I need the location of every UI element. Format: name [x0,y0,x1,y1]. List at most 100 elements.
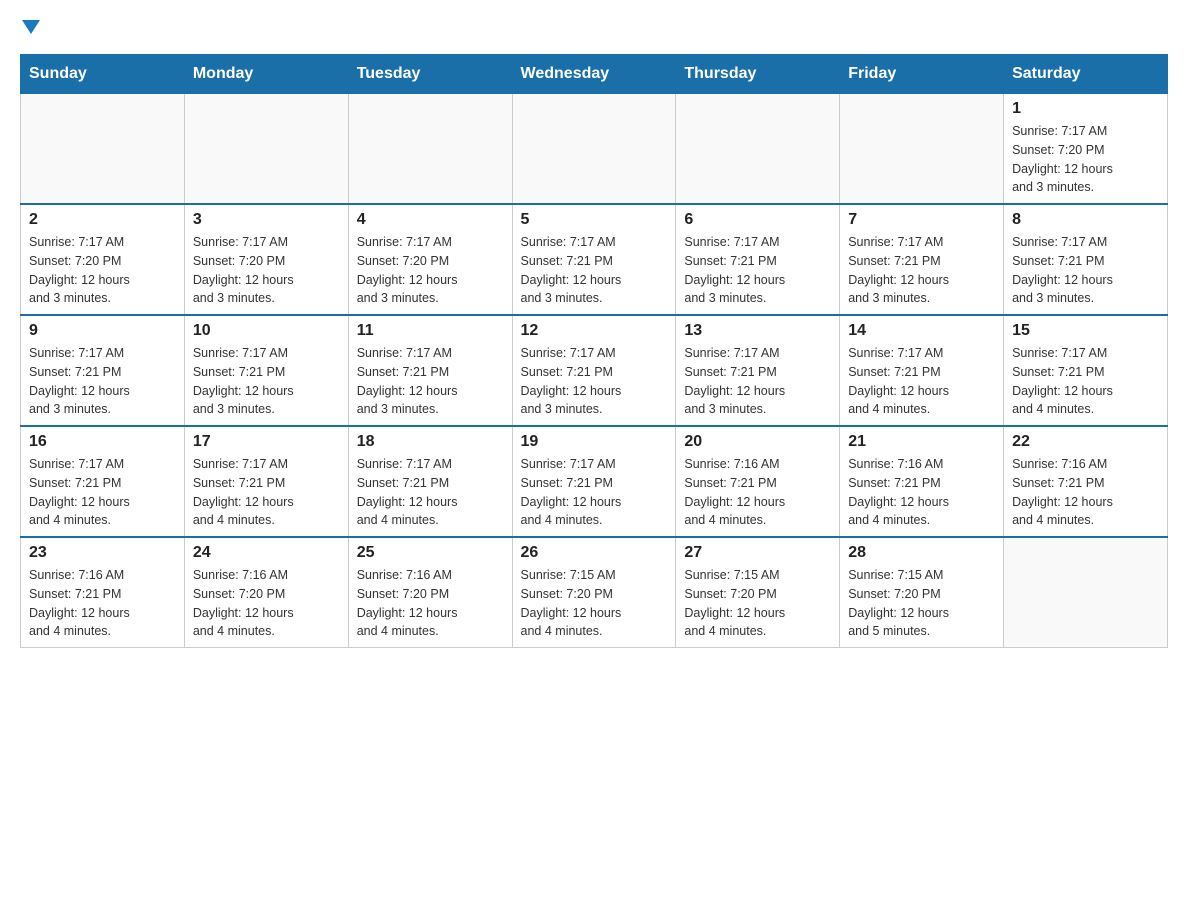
day-number: 22 [1012,433,1159,451]
calendar-week-row: 9 Sunrise: 7:17 AM Sunset: 7:21 PM Daylig… [21,315,1168,426]
calendar-cell [348,94,512,205]
day-number: 8 [1012,211,1159,229]
day-info: Sunrise: 7:15 AM Sunset: 7:20 PM Dayligh… [848,566,995,641]
day-number: 19 [521,433,668,451]
calendar-cell: 23 Sunrise: 7:16 AM Sunset: 7:21 PM Dayli… [21,537,185,648]
day-info: Sunrise: 7:17 AM Sunset: 7:20 PM Dayligh… [357,233,504,308]
day-info: Sunrise: 7:17 AM Sunset: 7:21 PM Dayligh… [1012,344,1159,419]
day-number: 3 [193,211,340,229]
calendar-week-row: 2 Sunrise: 7:17 AM Sunset: 7:20 PM Daylig… [21,204,1168,315]
day-info: Sunrise: 7:16 AM Sunset: 7:21 PM Dayligh… [1012,455,1159,530]
calendar-cell: 25 Sunrise: 7:16 AM Sunset: 7:20 PM Dayli… [348,537,512,648]
calendar-cell [21,94,185,205]
logo-triangle-icon [22,20,40,34]
calendar-cell: 9 Sunrise: 7:17 AM Sunset: 7:21 PM Daylig… [21,315,185,426]
calendar-cell: 27 Sunrise: 7:15 AM Sunset: 7:20 PM Dayli… [676,537,840,648]
weekday-header-monday: Monday [184,55,348,94]
calendar-cell: 4 Sunrise: 7:17 AM Sunset: 7:20 PM Daylig… [348,204,512,315]
day-number: 1 [1012,100,1159,118]
weekday-header-thursday: Thursday [676,55,840,94]
day-info: Sunrise: 7:17 AM Sunset: 7:20 PM Dayligh… [193,233,340,308]
day-info: Sunrise: 7:17 AM Sunset: 7:21 PM Dayligh… [684,233,831,308]
day-info: Sunrise: 7:16 AM Sunset: 7:20 PM Dayligh… [357,566,504,641]
day-number: 2 [29,211,176,229]
weekday-header-friday: Friday [840,55,1004,94]
calendar-cell: 6 Sunrise: 7:17 AM Sunset: 7:21 PM Daylig… [676,204,840,315]
day-number: 16 [29,433,176,451]
calendar-cell: 20 Sunrise: 7:16 AM Sunset: 7:21 PM Dayli… [676,426,840,537]
day-number: 24 [193,544,340,562]
day-info: Sunrise: 7:16 AM Sunset: 7:21 PM Dayligh… [848,455,995,530]
calendar-cell: 13 Sunrise: 7:17 AM Sunset: 7:21 PM Dayli… [676,315,840,426]
calendar-cell: 21 Sunrise: 7:16 AM Sunset: 7:21 PM Dayli… [840,426,1004,537]
calendar-cell: 15 Sunrise: 7:17 AM Sunset: 7:21 PM Dayli… [1004,315,1168,426]
calendar-cell: 1 Sunrise: 7:17 AM Sunset: 7:20 PM Daylig… [1004,94,1168,205]
calendar-cell: 22 Sunrise: 7:16 AM Sunset: 7:21 PM Dayli… [1004,426,1168,537]
day-info: Sunrise: 7:17 AM Sunset: 7:21 PM Dayligh… [193,455,340,530]
calendar-cell [840,94,1004,205]
day-info: Sunrise: 7:17 AM Sunset: 7:21 PM Dayligh… [848,233,995,308]
day-info: Sunrise: 7:17 AM Sunset: 7:21 PM Dayligh… [521,233,668,308]
day-number: 15 [1012,322,1159,340]
day-info: Sunrise: 7:17 AM Sunset: 7:21 PM Dayligh… [29,455,176,530]
day-info: Sunrise: 7:17 AM Sunset: 7:21 PM Dayligh… [29,344,176,419]
calendar-week-row: 23 Sunrise: 7:16 AM Sunset: 7:21 PM Dayli… [21,537,1168,648]
day-number: 7 [848,211,995,229]
day-info: Sunrise: 7:16 AM Sunset: 7:21 PM Dayligh… [29,566,176,641]
day-info: Sunrise: 7:17 AM Sunset: 7:21 PM Dayligh… [357,344,504,419]
calendar-cell [676,94,840,205]
weekday-header-wednesday: Wednesday [512,55,676,94]
calendar-cell: 28Sunrise: 7:15 AM Sunset: 7:20 PM Dayli… [840,537,1004,648]
calendar-cell: 14Sunrise: 7:17 AM Sunset: 7:21 PM Dayli… [840,315,1004,426]
calendar-table: SundayMondayTuesdayWednesdayThursdayFrid… [20,54,1168,648]
day-info: Sunrise: 7:17 AM Sunset: 7:21 PM Dayligh… [357,455,504,530]
weekday-header-row: SundayMondayTuesdayWednesdayThursdayFrid… [21,55,1168,94]
day-info: Sunrise: 7:16 AM Sunset: 7:20 PM Dayligh… [193,566,340,641]
day-info: Sunrise: 7:17 AM Sunset: 7:20 PM Dayligh… [1012,122,1159,197]
day-info: Sunrise: 7:15 AM Sunset: 7:20 PM Dayligh… [684,566,831,641]
day-info: Sunrise: 7:17 AM Sunset: 7:21 PM Dayligh… [521,455,668,530]
calendar-week-row: 16 Sunrise: 7:17 AM Sunset: 7:21 PM Dayli… [21,426,1168,537]
day-info: Sunrise: 7:17 AM Sunset: 7:21 PM Dayligh… [1012,233,1159,308]
day-number: 5 [521,211,668,229]
calendar-cell [184,94,348,205]
calendar-cell: 10 Sunrise: 7:17 AM Sunset: 7:21 PM Dayli… [184,315,348,426]
calendar-cell: 5 Sunrise: 7:17 AM Sunset: 7:21 PM Daylig… [512,204,676,315]
day-number: 23 [29,544,176,562]
calendar-cell: 7 Sunrise: 7:17 AM Sunset: 7:21 PM Daylig… [840,204,1004,315]
day-info: Sunrise: 7:17 AM Sunset: 7:21 PM Dayligh… [193,344,340,419]
day-info: Sunrise: 7:17 AM Sunset: 7:21 PM Dayligh… [521,344,668,419]
day-number: 27 [684,544,831,562]
calendar-cell: 2Sunrise: 7:17 AM Sunset: 7:20 PM Daylig… [21,204,185,315]
calendar-cell: 3 Sunrise: 7:17 AM Sunset: 7:20 PM Daylig… [184,204,348,315]
calendar-cell: 18 Sunrise: 7:17 AM Sunset: 7:21 PM Dayli… [348,426,512,537]
day-number: 10 [193,322,340,340]
calendar-cell: 17 Sunrise: 7:17 AM Sunset: 7:21 PM Dayli… [184,426,348,537]
calendar-cell: 16 Sunrise: 7:17 AM Sunset: 7:21 PM Dayli… [21,426,185,537]
day-number: 21 [848,433,995,451]
day-number: 20 [684,433,831,451]
day-info: Sunrise: 7:15 AM Sunset: 7:20 PM Dayligh… [521,566,668,641]
day-info: Sunrise: 7:16 AM Sunset: 7:21 PM Dayligh… [684,455,831,530]
calendar-cell: 11Sunrise: 7:17 AM Sunset: 7:21 PM Dayli… [348,315,512,426]
page-header [20,20,1168,34]
weekday-header-saturday: Saturday [1004,55,1168,94]
logo [20,20,40,34]
day-number: 25 [357,544,504,562]
day-number: 6 [684,211,831,229]
calendar-week-row: 1 Sunrise: 7:17 AM Sunset: 7:20 PM Daylig… [21,94,1168,205]
day-number: 18 [357,433,504,451]
calendar-cell: 24 Sunrise: 7:16 AM Sunset: 7:20 PM Dayli… [184,537,348,648]
calendar-cell [512,94,676,205]
calendar-cell: 26Sunrise: 7:15 AM Sunset: 7:20 PM Dayli… [512,537,676,648]
day-number: 12 [521,322,668,340]
day-number: 9 [29,322,176,340]
day-number: 14 [848,322,995,340]
weekday-header-sunday: Sunday [21,55,185,94]
calendar-cell: 8 Sunrise: 7:17 AM Sunset: 7:21 PM Daylig… [1004,204,1168,315]
weekday-header-tuesday: Tuesday [348,55,512,94]
day-number: 13 [684,322,831,340]
day-number: 17 [193,433,340,451]
day-number: 4 [357,211,504,229]
day-info: Sunrise: 7:17 AM Sunset: 7:21 PM Dayligh… [684,344,831,419]
